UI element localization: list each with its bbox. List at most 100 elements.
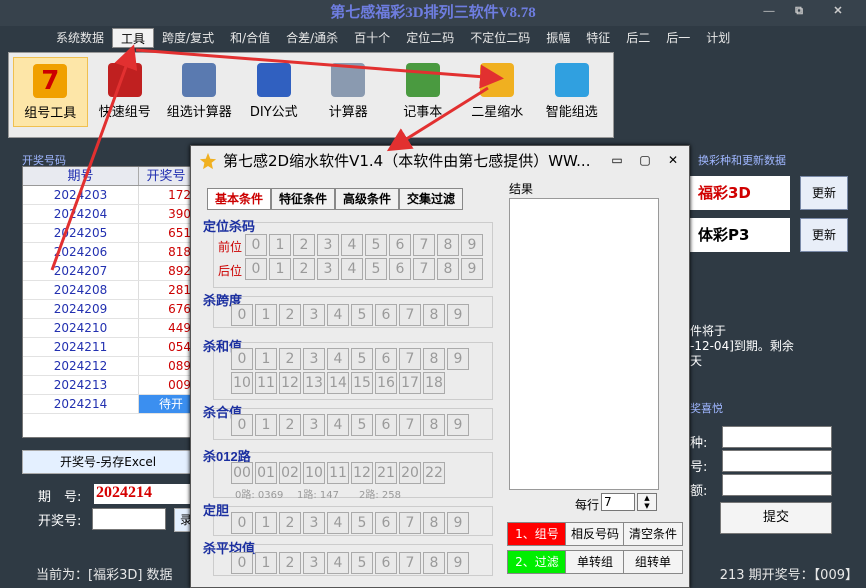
table-row[interactable]: 2024206 818: [23, 243, 193, 262]
digit-button[interactable]: 2: [293, 258, 315, 280]
digit-button[interactable]: 5: [351, 348, 373, 370]
digit-button[interactable]: 20: [399, 462, 421, 484]
digit-button[interactable]: 5: [351, 414, 373, 436]
digit-button[interactable]: 11: [255, 372, 277, 394]
digit-button[interactable]: 0: [245, 258, 267, 280]
table-row[interactable]: 2024211 054: [23, 338, 193, 357]
digit-button[interactable]: 7: [399, 348, 421, 370]
tool-button[interactable]: 组选计算器: [162, 57, 237, 127]
digit-button[interactable]: 8: [423, 414, 445, 436]
digit-button[interactable]: 9: [447, 512, 469, 534]
menu-item[interactable]: 不定位二码: [462, 26, 538, 50]
minimize-button[interactable]: —: [756, 2, 782, 20]
digit-button[interactable]: 2: [279, 304, 301, 326]
digit-button[interactable]: 2: [279, 414, 301, 436]
table-row[interactable]: 2024204 390: [23, 205, 193, 224]
close-button[interactable]: ✕: [663, 150, 683, 170]
menu-item[interactable]: 工具: [112, 28, 155, 48]
digit-button[interactable]: 2: [279, 552, 301, 574]
table-row[interactable]: 2024203 172: [23, 186, 193, 205]
digit-button[interactable]: 6: [375, 552, 397, 574]
digit-button[interactable]: 5: [365, 234, 387, 256]
table-row[interactable]: 2024210 449: [23, 319, 193, 338]
digit-button[interactable]: 21: [375, 462, 397, 484]
digit-button[interactable]: 4: [341, 234, 363, 256]
table-row[interactable]: 2024213 009: [23, 376, 193, 395]
filter-button[interactable]: 2、过滤: [507, 550, 567, 574]
digit-button[interactable]: 7: [399, 552, 421, 574]
number-input[interactable]: [722, 450, 832, 472]
digit-button[interactable]: 00: [231, 462, 253, 484]
digit-button[interactable]: 7: [413, 258, 435, 280]
digit-button[interactable]: 0: [231, 414, 253, 436]
tool-button[interactable]: 快速组号: [88, 57, 163, 127]
digit-button[interactable]: 4: [341, 258, 363, 280]
update-button[interactable]: 更新: [800, 218, 848, 252]
digit-button[interactable]: 4: [327, 414, 349, 436]
digit-button[interactable]: 15: [351, 372, 373, 394]
digit-button[interactable]: 6: [375, 348, 397, 370]
digit-button[interactable]: 5: [365, 258, 387, 280]
update-button[interactable]: 更新: [800, 176, 848, 210]
digit-button[interactable]: 3: [303, 348, 325, 370]
digit-button[interactable]: 5: [351, 552, 373, 574]
minimize-button[interactable]: ▭: [607, 150, 627, 170]
digit-button[interactable]: 5: [351, 512, 373, 534]
menu-item[interactable]: 百十个: [346, 26, 398, 50]
digit-button[interactable]: 0: [231, 512, 253, 534]
digit-button[interactable]: 3: [317, 234, 339, 256]
digit-button[interactable]: 1: [269, 234, 291, 256]
menu-item[interactable]: 特征: [578, 26, 618, 50]
close-button[interactable]: ✕: [816, 2, 860, 20]
tab-2[interactable]: 高级条件: [335, 188, 400, 210]
menu-item[interactable]: 后二: [618, 26, 658, 50]
digit-button[interactable]: 12: [351, 462, 373, 484]
digit-button[interactable]: 3: [303, 304, 325, 326]
digit-button[interactable]: 1: [255, 304, 277, 326]
restore-button[interactable]: ⧉: [786, 2, 812, 20]
digit-button[interactable]: 8: [423, 552, 445, 574]
period-value[interactable]: 2024214: [94, 484, 194, 504]
menu-item[interactable]: 计划: [698, 26, 738, 50]
digit-button[interactable]: 1: [255, 414, 277, 436]
per-row-input[interactable]: 7: [601, 493, 635, 511]
digit-button[interactable]: 1: [269, 258, 291, 280]
table-row[interactable]: 2024214 待开奖: [23, 395, 193, 430]
digit-button[interactable]: 7: [399, 512, 421, 534]
digit-button[interactable]: 7: [399, 414, 421, 436]
digit-button[interactable]: 01: [255, 462, 277, 484]
group-to-single-button[interactable]: 组转单: [623, 550, 683, 574]
digit-button[interactable]: 3: [303, 512, 325, 534]
digit-button[interactable]: 6: [375, 304, 397, 326]
digit-button[interactable]: 4: [327, 512, 349, 534]
table-row[interactable]: 2024208 281: [23, 281, 193, 300]
lottery-fc3d[interactable]: 福彩3D: [690, 176, 790, 210]
digit-button[interactable]: 9: [447, 304, 469, 326]
digit-button[interactable]: 1: [255, 552, 277, 574]
lottery-type-input[interactable]: [722, 426, 832, 448]
digit-button[interactable]: 1: [255, 348, 277, 370]
menu-item[interactable]: 合差/通杀: [278, 26, 346, 50]
digit-button[interactable]: 02: [279, 462, 301, 484]
tool-button[interactable]: DIY公式: [237, 57, 312, 127]
digit-button[interactable]: 3: [317, 258, 339, 280]
digit-button[interactable]: 0: [245, 234, 267, 256]
maximize-button[interactable]: ▢: [635, 150, 655, 170]
digit-button[interactable]: 2: [279, 348, 301, 370]
table-row[interactable]: 2024209 676: [23, 300, 193, 319]
digit-button[interactable]: 12: [279, 372, 301, 394]
menu-item[interactable]: 跨度/复式: [154, 26, 222, 50]
digit-button[interactable]: 3: [303, 552, 325, 574]
digit-button[interactable]: 8: [423, 304, 445, 326]
digit-button[interactable]: 9: [461, 258, 483, 280]
digit-button[interactable]: 2: [279, 512, 301, 534]
generate-button[interactable]: 1、组号: [507, 522, 567, 546]
tab-1[interactable]: 特征条件: [271, 188, 336, 210]
column-header-number[interactable]: 开奖号: [139, 167, 193, 185]
digit-button[interactable]: 8: [437, 234, 459, 256]
digit-button[interactable]: 4: [327, 304, 349, 326]
digit-button[interactable]: 8: [423, 512, 445, 534]
table-row[interactable]: 2024207 892: [23, 262, 193, 281]
digit-button[interactable]: 4: [327, 348, 349, 370]
tab-3[interactable]: 交集过滤: [399, 188, 464, 210]
